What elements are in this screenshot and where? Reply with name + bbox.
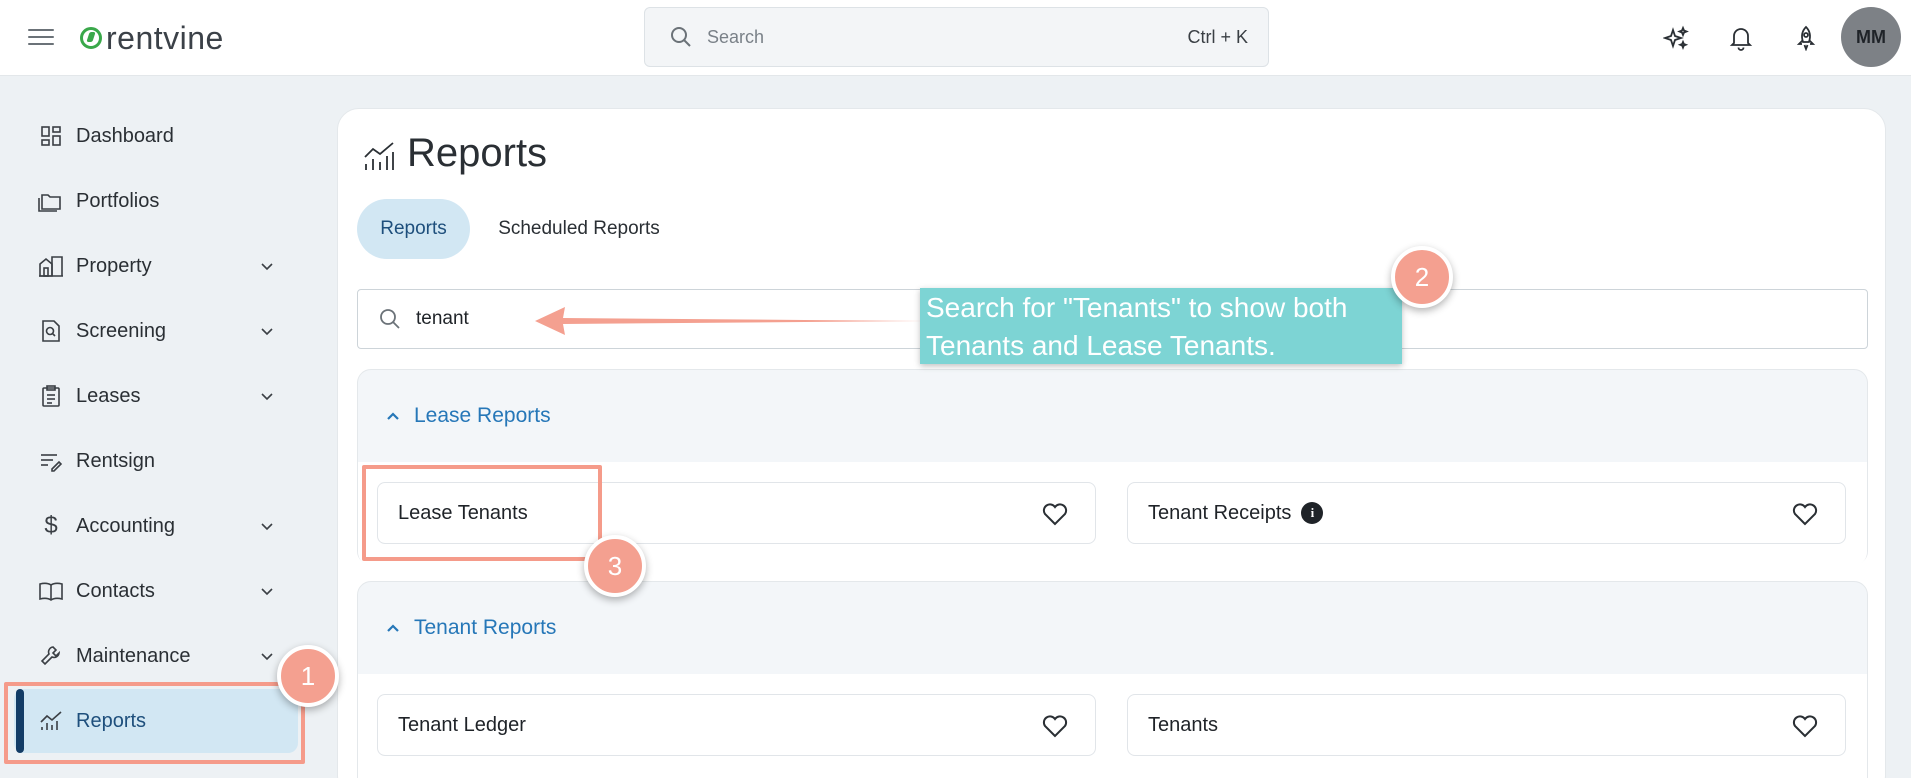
logo-leaf-icon xyxy=(80,27,102,49)
sidebar-item-label: Dashboard xyxy=(76,124,174,147)
user-avatar[interactable]: MM xyxy=(1841,7,1901,67)
tenant-reports-header[interactable]: Tenant Reports xyxy=(358,582,1867,674)
sidebar-item-label: Leases xyxy=(76,384,141,407)
search-icon xyxy=(671,27,691,47)
search-icon xyxy=(380,309,400,329)
report-label: Lease Tenants xyxy=(398,501,528,524)
section-body: Tenant Ledger Tenants xyxy=(358,674,1867,778)
sidebar-item-accounting[interactable]: $ Accounting xyxy=(14,494,298,558)
sidebar-item-rentsign[interactable]: Rentsign xyxy=(14,429,298,493)
chart-icon xyxy=(364,142,394,170)
annotation-arrow xyxy=(535,307,925,335)
sidebar-item-label: Screening xyxy=(76,319,167,342)
callout-line-1: Search for "Tenants" to show both xyxy=(926,292,1348,323)
building-icon xyxy=(38,253,64,279)
rocket-icon[interactable] xyxy=(1790,22,1822,54)
report-item-tenants[interactable]: Tenants xyxy=(1127,694,1846,756)
hamburger-menu-icon[interactable] xyxy=(28,26,54,48)
chevron-down-icon xyxy=(261,653,273,661)
sidebar: Dashboard Portfolios Property Screening … xyxy=(0,77,318,778)
bell-icon[interactable] xyxy=(1725,22,1757,54)
chevron-up-icon xyxy=(387,412,399,420)
section-title: Tenant Reports xyxy=(414,616,557,639)
step-badge-1: 1 xyxy=(277,645,339,707)
step-badge-3: 3 xyxy=(584,535,646,597)
chevron-down-icon xyxy=(261,328,273,336)
sidebar-item-leases[interactable]: Leases xyxy=(14,364,298,428)
section-title: Lease Reports xyxy=(414,404,551,427)
chevron-down-icon xyxy=(261,523,273,531)
sidebar-item-dashboard[interactable]: Dashboard xyxy=(14,104,298,168)
rentvine-logo[interactable]: rentvine xyxy=(80,18,224,58)
sidebar-item-portfolios[interactable]: Portfolios xyxy=(14,169,298,233)
chevron-down-icon xyxy=(261,393,273,401)
chevron-up-icon xyxy=(387,624,399,632)
step-badge-2: 2 xyxy=(1391,246,1453,308)
report-search-value: tenant xyxy=(416,308,469,329)
chart-icon xyxy=(38,708,64,734)
report-label: Tenants xyxy=(1148,713,1219,736)
sidebar-item-maintenance[interactable]: Maintenance xyxy=(14,624,298,688)
heart-icon[interactable] xyxy=(1791,500,1819,528)
chevron-down-icon xyxy=(261,263,273,271)
heart-icon[interactable] xyxy=(1041,712,1069,740)
sidebar-item-label: Property xyxy=(76,254,152,277)
section-body: Lease Tenants Tenant Receipts i xyxy=(358,462,1867,566)
dashboard-icon xyxy=(38,123,64,149)
sidebar-item-label: Portfolios xyxy=(76,189,160,212)
search-shortcut-hint: Ctrl + K xyxy=(1187,26,1248,47)
sign-icon xyxy=(38,448,64,474)
folder-icon xyxy=(38,188,64,214)
sidebar-item-label: Maintenance xyxy=(76,644,191,667)
top-bar: rentvine Search Ctrl + K MM xyxy=(0,0,1911,76)
report-item-lease-tenants[interactable]: Lease Tenants xyxy=(377,482,1096,544)
lease-reports-header[interactable]: Lease Reports xyxy=(358,370,1867,462)
page-title: Reports xyxy=(407,131,548,175)
lease-reports-section: Lease Reports Lease Tenants Tenant Recei… xyxy=(357,369,1868,566)
heart-icon[interactable] xyxy=(1041,500,1069,528)
chevron-down-icon xyxy=(261,588,273,596)
heart-icon[interactable] xyxy=(1791,712,1819,740)
callout-line-2: Tenants and Lease Tenants. xyxy=(926,330,1276,361)
tab-reports[interactable]: Reports xyxy=(357,199,470,259)
tab-scheduled-reports[interactable]: Scheduled Reports xyxy=(484,199,674,259)
reports-panel: Reports Reports Scheduled Reports tenant… xyxy=(337,108,1886,778)
clipboard-icon xyxy=(38,383,64,409)
screening-icon xyxy=(38,318,64,344)
sidebar-item-label: Rentsign xyxy=(76,449,155,472)
sidebar-item-label: Accounting xyxy=(76,514,175,537)
report-item-tenant-receipts[interactable]: Tenant Receipts i xyxy=(1127,482,1846,544)
sidebar-item-label: Reports xyxy=(76,709,147,732)
book-icon xyxy=(38,578,64,604)
sidebar-item-label: Contacts xyxy=(76,579,155,602)
sparkle-ai-icon[interactable] xyxy=(1660,22,1692,54)
sidebar-item-property[interactable]: Property xyxy=(14,234,298,298)
sidebar-item-screening[interactable]: Screening xyxy=(14,299,298,363)
global-search-input[interactable]: Search Ctrl + K xyxy=(644,7,1269,67)
tenant-reports-section: Tenant Reports Tenant Ledger Tenants xyxy=(357,581,1868,778)
sidebar-item-contacts[interactable]: Contacts xyxy=(14,559,298,623)
logo-text: rentvine xyxy=(106,19,224,56)
report-item-tenant-ledger[interactable]: Tenant Ledger xyxy=(377,694,1096,756)
search-placeholder: Search xyxy=(707,26,765,47)
report-label: Tenant Receipts xyxy=(1148,501,1292,524)
info-icon[interactable]: i xyxy=(1301,502,1324,524)
report-label: Tenant Ledger xyxy=(398,713,526,736)
dollar-icon: $ xyxy=(44,512,58,539)
annotation-callout: Search for "Tenants" to show both Tenant… xyxy=(920,288,1402,364)
sidebar-item-reports[interactable]: Reports xyxy=(14,689,298,753)
wrench-icon xyxy=(38,643,64,669)
